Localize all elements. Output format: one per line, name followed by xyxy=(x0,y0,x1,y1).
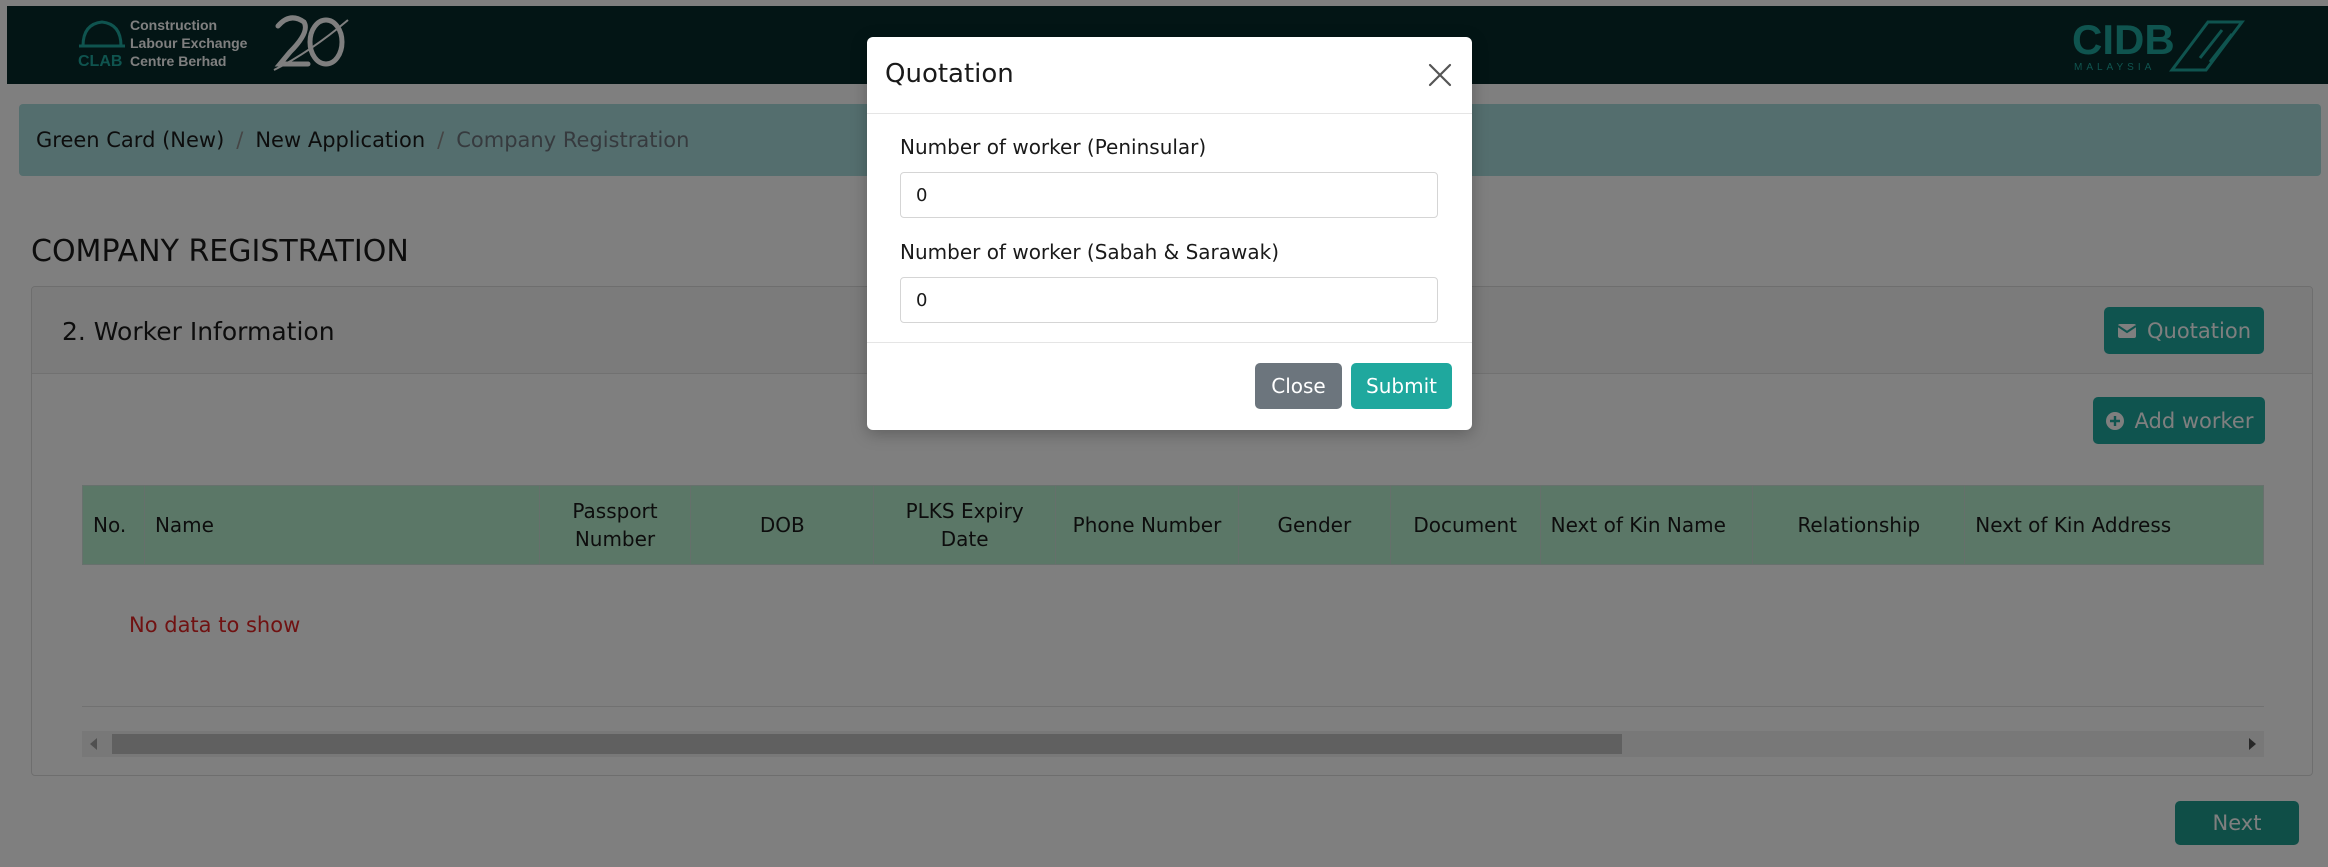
sabah-sarawak-workers-label: Number of worker (Sabah & Sarawak) xyxy=(900,240,1280,264)
peninsular-workers-label: Number of worker (Peninsular) xyxy=(900,135,1207,159)
quotation-modal: Quotation Number of worker (Peninsular) … xyxy=(867,37,1472,430)
modal-footer: Close Submit xyxy=(867,342,1472,430)
peninsular-workers-input[interactable] xyxy=(900,172,1438,218)
modal-header: Quotation xyxy=(867,37,1472,114)
submit-button[interactable]: Submit xyxy=(1351,363,1452,409)
sabah-sarawak-workers-input[interactable] xyxy=(900,277,1438,323)
close-icon[interactable] xyxy=(1427,62,1453,88)
close-button[interactable]: Close xyxy=(1255,363,1342,409)
modal-title: Quotation xyxy=(885,59,1014,89)
